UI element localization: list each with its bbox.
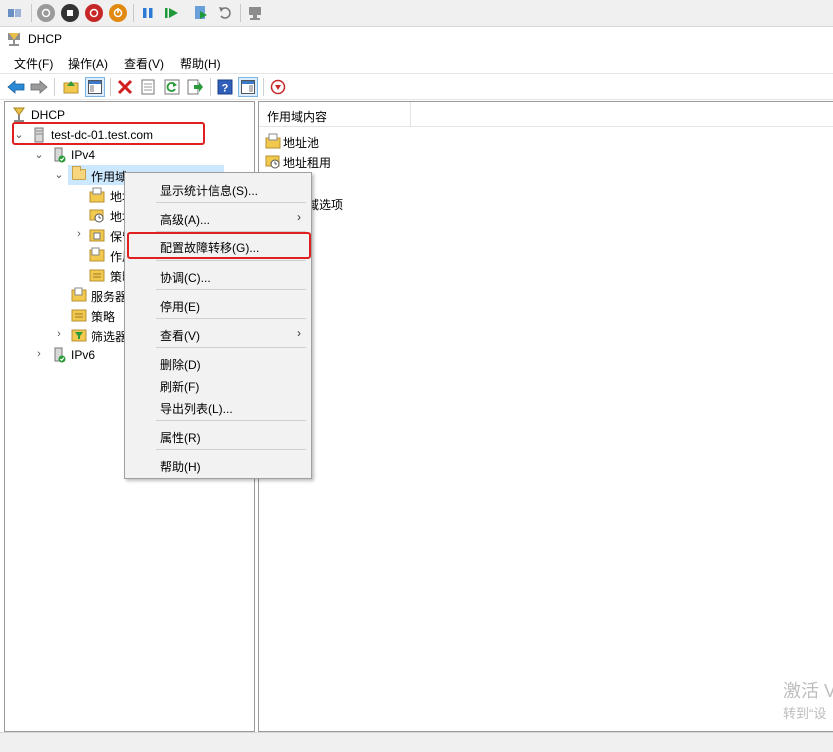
menu-item-delete[interactable]: 删除(D) [125, 353, 311, 373]
chevron-down-icon[interactable]: ⌄ [33, 148, 45, 162]
vm-start-icon[interactable] [37, 4, 55, 22]
policies-icon [71, 307, 87, 323]
submenu-arrow-icon: › [297, 326, 301, 340]
menu-item-label: 停用(E) [160, 300, 200, 314]
help-icon[interactable]: ? [215, 77, 235, 97]
address-leases-icon [89, 207, 105, 223]
activation-watermark-hint: 转到“设 [783, 706, 827, 721]
stop-service-icon[interactable] [268, 77, 288, 97]
column-header-row: 作用域内容 [259, 102, 833, 127]
menu-item-label: 删除(D) [160, 358, 201, 372]
menu-bar: 文件(F) 操作(A) 查看(V) 帮助(H) [0, 51, 833, 73]
back-icon[interactable] [6, 77, 26, 97]
menu-item-advanced[interactable]: 高级(A)... › [125, 208, 311, 228]
activation-watermark-title: 激活 V [783, 681, 833, 701]
vm-shutdown-icon[interactable] [85, 4, 103, 22]
list-item-label: 地址租用 [283, 156, 332, 170]
ipv6-server-icon [51, 347, 67, 363]
vm-ctrl-alt-del-icon[interactable] [6, 4, 24, 22]
vm-pause-icon[interactable] [139, 4, 157, 22]
chevron-right-icon[interactable]: › [73, 228, 85, 242]
ipv4-server-icon [51, 147, 67, 163]
refresh-icon[interactable] [162, 77, 182, 97]
menu-separator [156, 318, 306, 319]
menu-separator [156, 260, 306, 261]
submenu-arrow-icon: › [297, 210, 301, 224]
svg-text:?: ? [222, 83, 229, 95]
dhcp-icon [11, 107, 27, 123]
window-title-bar: DHCP [0, 27, 833, 51]
menu-item-label: 属性(R) [160, 431, 201, 445]
menu-action[interactable]: 操作(A) [68, 54, 108, 73]
list-item-label: 地址池 [283, 136, 320, 150]
tree-label-ipv6: IPv6 [71, 348, 96, 362]
reservations-icon [89, 227, 105, 243]
menu-separator [156, 449, 306, 450]
chevron-down-icon[interactable]: ⌄ [53, 168, 65, 182]
list-item[interactable]: 地址池 [263, 131, 563, 151]
menu-item-properties[interactable]: 属性(R) [125, 426, 311, 446]
menu-item-label: 帮助(H) [160, 460, 201, 474]
menu-separator [156, 289, 306, 290]
tree-label-policies: 策略 [91, 310, 116, 324]
menu-item-label: 刷新(F) [160, 380, 200, 394]
menu-separator [156, 347, 306, 348]
vm-reset-icon[interactable] [192, 4, 210, 22]
up-folder-icon[interactable] [61, 77, 81, 97]
menu-separator [156, 420, 306, 421]
menu-item-reconcile[interactable]: 协调(C)... [125, 266, 311, 286]
status-bar [0, 732, 833, 752]
address-leases-icon [265, 153, 281, 169]
scope-folder-icon [72, 166, 86, 180]
dhcp-app-icon [6, 31, 22, 47]
menu-item-label: 导出列表(L)... [160, 402, 233, 416]
result-pane: 作用域内容 地址池 地址租用 保留 作用域选项 [258, 101, 833, 732]
vm-turnoff-icon[interactable] [61, 4, 79, 22]
chevron-right-icon[interactable]: › [53, 328, 65, 342]
action-pane-icon[interactable] [238, 77, 258, 97]
vm-save-icon[interactable] [109, 4, 127, 22]
scope-options-icon [89, 247, 105, 263]
show-hide-console-tree-icon[interactable] [85, 77, 105, 97]
menu-separator [156, 202, 306, 203]
vm-toolbar [0, 0, 833, 27]
annotation-box-server [12, 122, 205, 145]
menu-item-label: 显示统计信息(S)... [160, 184, 258, 198]
filter-icon [71, 327, 87, 343]
annotation-box-configure-failover [127, 232, 311, 259]
address-pool-icon [265, 133, 281, 149]
export-list-icon[interactable] [185, 77, 205, 97]
context-menu: 显示统计信息(S)... 高级(A)... › 配置故障转移(G)... 协调(… [124, 172, 312, 479]
menu-item-export-list[interactable]: 导出列表(L)... [125, 397, 311, 417]
vm-revert-icon[interactable] [216, 4, 234, 22]
menu-item-view[interactable]: 查看(V) › [125, 324, 311, 344]
forward-icon[interactable] [29, 77, 49, 97]
toolbar: ? [0, 73, 833, 100]
tree-label-dhcp: DHCP [31, 108, 66, 122]
menu-item-label: 高级(A)... [160, 213, 210, 227]
menu-item-label: 协调(C)... [160, 271, 211, 285]
menu-item-label: 查看(V) [160, 329, 200, 343]
tree-label-ipv4: IPv4 [71, 148, 96, 162]
menu-item-refresh[interactable]: 刷新(F) [125, 375, 311, 395]
policies-icon [89, 267, 105, 283]
properties-sheet-icon[interactable] [138, 77, 158, 97]
menu-item-help[interactable]: 帮助(H) [125, 455, 311, 475]
column-header-scope-contents[interactable]: 作用域内容 [259, 102, 411, 126]
vm-resume-icon[interactable] [163, 4, 181, 22]
window-title: DHCP [28, 32, 63, 46]
tree-label-filters: 筛选器 [91, 330, 128, 344]
menu-view[interactable]: 查看(V) [124, 54, 164, 73]
tree-node-ipv4[interactable]: ⌄ IPv4 [9, 145, 249, 165]
list-item[interactable]: 地址租用 [263, 151, 563, 171]
delete-icon[interactable] [115, 77, 135, 97]
address-pool-icon [89, 187, 105, 203]
vm-enhanced-session-icon[interactable] [246, 4, 264, 22]
menu-help[interactable]: 帮助(H) [180, 54, 221, 73]
menu-file[interactable]: 文件(F) [14, 54, 53, 73]
server-options-icon [71, 287, 87, 303]
chevron-right-icon[interactable]: › [33, 348, 45, 362]
menu-item-show-statistics[interactable]: 显示统计信息(S)... [125, 179, 311, 199]
menu-item-deactivate[interactable]: 停用(E) [125, 295, 311, 315]
